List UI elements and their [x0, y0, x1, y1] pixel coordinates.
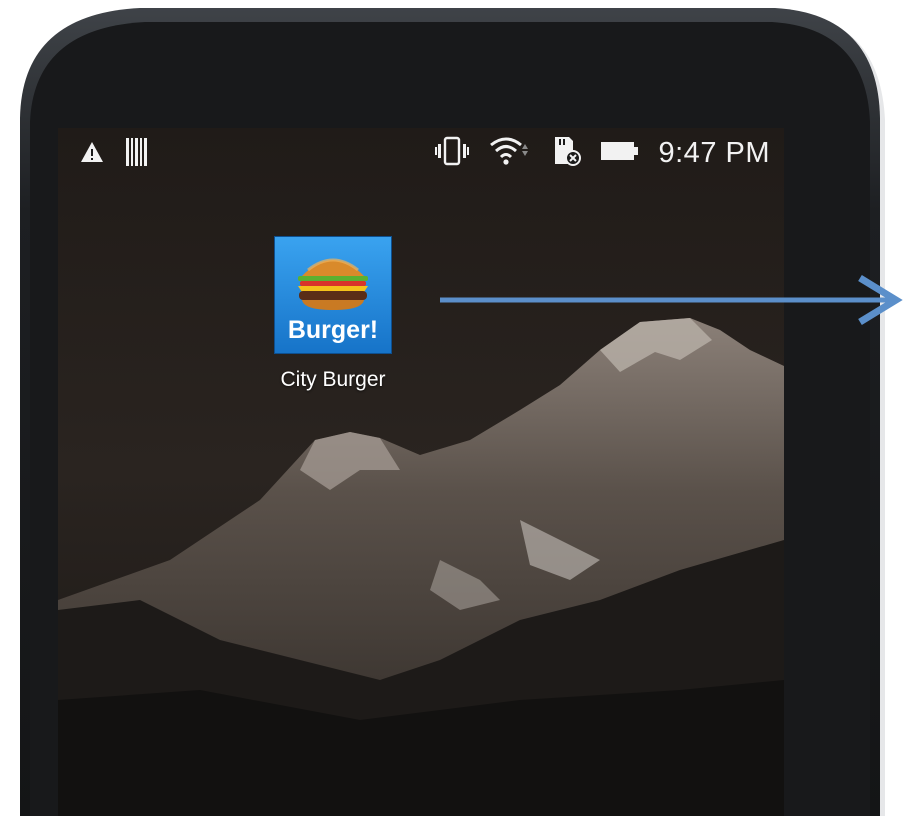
status-left: [80, 138, 148, 171]
status-right: 9:47 PM: [434, 136, 771, 171]
phone-frame: [0, 0, 912, 816]
burger-icon[interactable]: Burger!: [274, 236, 392, 354]
app-label[interactable]: City Burger: [268, 368, 398, 392]
status-bar: 9:47 PM: [58, 128, 784, 184]
app-icon-text: Burger!: [288, 316, 378, 344]
barcode-icon: [126, 138, 148, 171]
clock-time: 9:47 PM: [658, 137, 770, 169]
app-city-burger[interactable]: Burger! City Burger: [268, 236, 398, 392]
sd-card-error-icon: [551, 136, 581, 171]
warning-icon: [80, 141, 104, 168]
vibrate-icon: [434, 136, 469, 171]
annotation-arrow: [440, 274, 910, 326]
wifi-icon: [489, 136, 531, 171]
battery-icon: [600, 140, 639, 167]
